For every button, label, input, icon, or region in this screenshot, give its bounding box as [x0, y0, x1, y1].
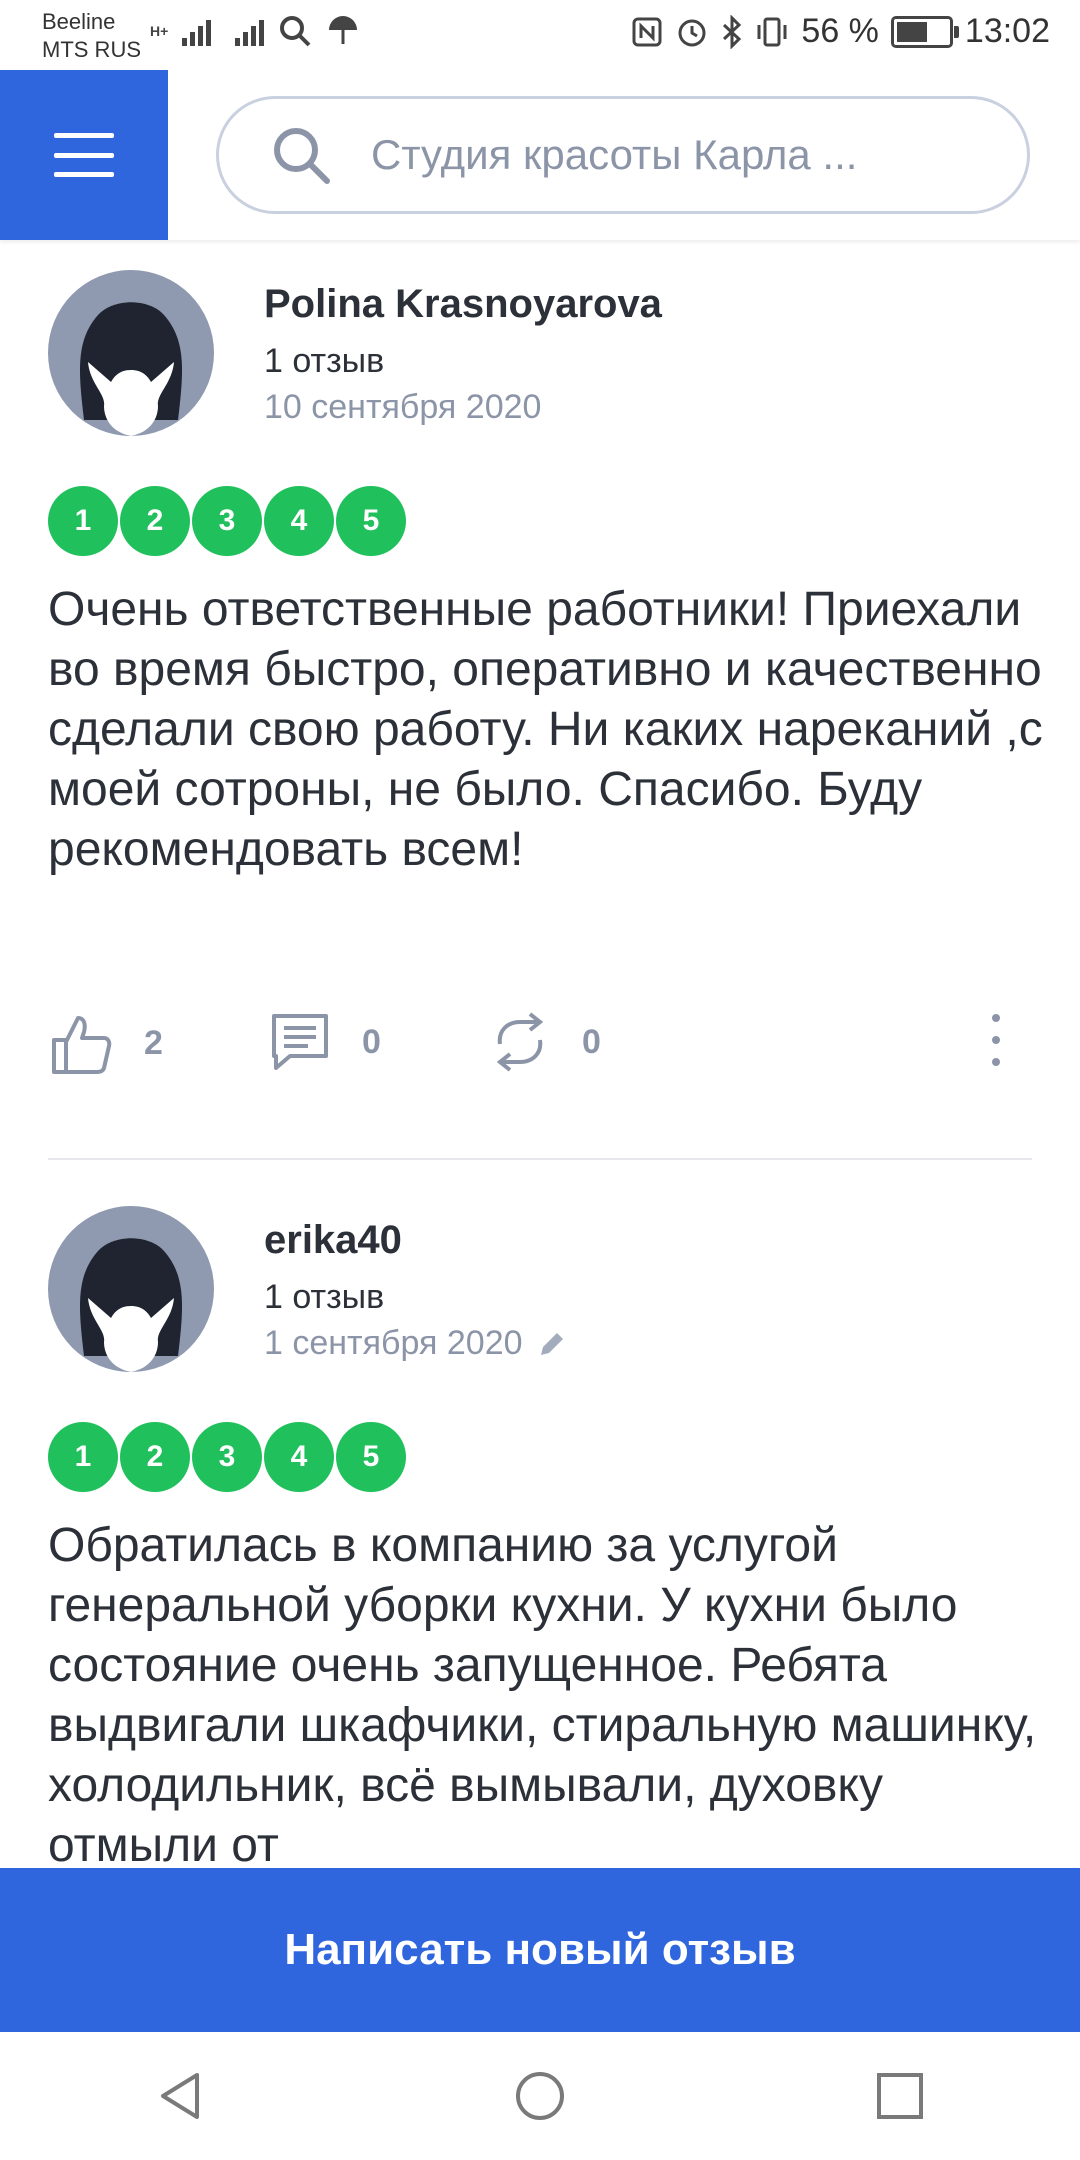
search-input[interactable]: Студия красоты Карла ... [216, 96, 1030, 214]
review-date-text: 1 сентября 2020 [264, 1324, 523, 1362]
signal-icons: H+ [150, 14, 360, 48]
network-type: H+ [150, 23, 169, 39]
clock: 13:02 [964, 12, 1050, 50]
battery-percent: 56 % [801, 12, 879, 50]
hamburger-icon [54, 133, 114, 177]
system-nav-bar [0, 2032, 1080, 2160]
rating-circle-3: 3 [192, 1422, 262, 1492]
review-date: 10 сентября 2020 [264, 388, 541, 427]
review-text: Обратилась в компанию за услугой генерал… [48, 1519, 1037, 1872]
divider [48, 1158, 1032, 1160]
review-author[interactable]: erika40 [264, 1218, 402, 1263]
comment-button[interactable]: 0 [268, 1010, 381, 1074]
rating-circle-3: 3 [192, 486, 262, 556]
nfc-icon [632, 17, 662, 46]
review-actions: 2 0 0 [48, 1010, 1038, 1090]
rating-circle-4: 4 [264, 1422, 334, 1492]
review-author[interactable]: Polina Krasnoyarova [264, 282, 662, 327]
umbrella-icon [329, 16, 358, 44]
app-header: Студия красоты Карла ... [0, 70, 1080, 240]
review-date: 1 сентября 2020 [264, 1324, 567, 1363]
avatar[interactable] [48, 270, 214, 436]
review-text: Очень ответственные работники! Приехали … [48, 583, 1043, 876]
carrier-2: MTS RUS [42, 37, 141, 62]
user-avatar-icon [79, 302, 183, 436]
comment-icon [272, 1014, 328, 1070]
edited-pencil-icon [540, 1332, 563, 1355]
like-button[interactable]: 2 [48, 1010, 163, 1076]
rating-circle-1: 1 [48, 486, 118, 556]
signal-icon [182, 16, 212, 46]
rating-circle-5: 5 [336, 486, 406, 556]
menu-button[interactable] [0, 70, 168, 240]
rating-row: 1 2 3 4 5 [48, 1422, 406, 1492]
review-date-text: 10 сентября 2020 [264, 388, 542, 426]
thumbs-up-icon [52, 1016, 112, 1074]
review-count: 1 отзыв [264, 1278, 385, 1316]
search-placeholder: Студия красоты Карла ... [371, 131, 858, 178]
search-status-icon [280, 16, 311, 47]
user-avatar-icon [79, 1238, 183, 1372]
back-icon[interactable] [153, 2069, 207, 2123]
search-icon [274, 128, 330, 184]
review-count: 1 отзыв [264, 342, 385, 380]
home-icon[interactable] [513, 2069, 567, 2123]
carrier-info: Beeline MTS RUS [42, 8, 141, 64]
status-bar: Beeline MTS RUS H+ 56 % 13:02 [0, 0, 1080, 70]
repost-icon [496, 1012, 544, 1072]
rating-row: 1 2 3 4 5 [48, 486, 406, 556]
recents-icon[interactable] [873, 2069, 927, 2123]
comment-count: 0 [362, 1022, 381, 1061]
bluetooth-icon [723, 14, 742, 49]
more-options-button[interactable] [988, 1010, 1004, 1070]
repost-count: 0 [582, 1022, 601, 1061]
battery-icon [890, 15, 959, 48]
rating-circle-1: 1 [48, 1422, 118, 1492]
rating-circle-2: 2 [120, 486, 190, 556]
rating-circle-4: 4 [264, 486, 334, 556]
status-right: 56 % 13:02 [631, 12, 1050, 51]
signal-icon-2 [235, 16, 265, 46]
avatar[interactable] [48, 1206, 214, 1372]
like-count: 2 [144, 1023, 163, 1062]
more-vertical-icon [992, 1014, 1000, 1066]
rating-circle-5: 5 [336, 1422, 406, 1492]
alarm-icon [678, 19, 706, 46]
carrier-1: Beeline [42, 9, 116, 34]
repost-button[interactable]: 0 [488, 1010, 601, 1074]
write-review-button[interactable]: Написать новый отзыв [0, 1868, 1080, 2032]
vibrate-icon [757, 17, 787, 46]
rating-circle-2: 2 [120, 1422, 190, 1492]
